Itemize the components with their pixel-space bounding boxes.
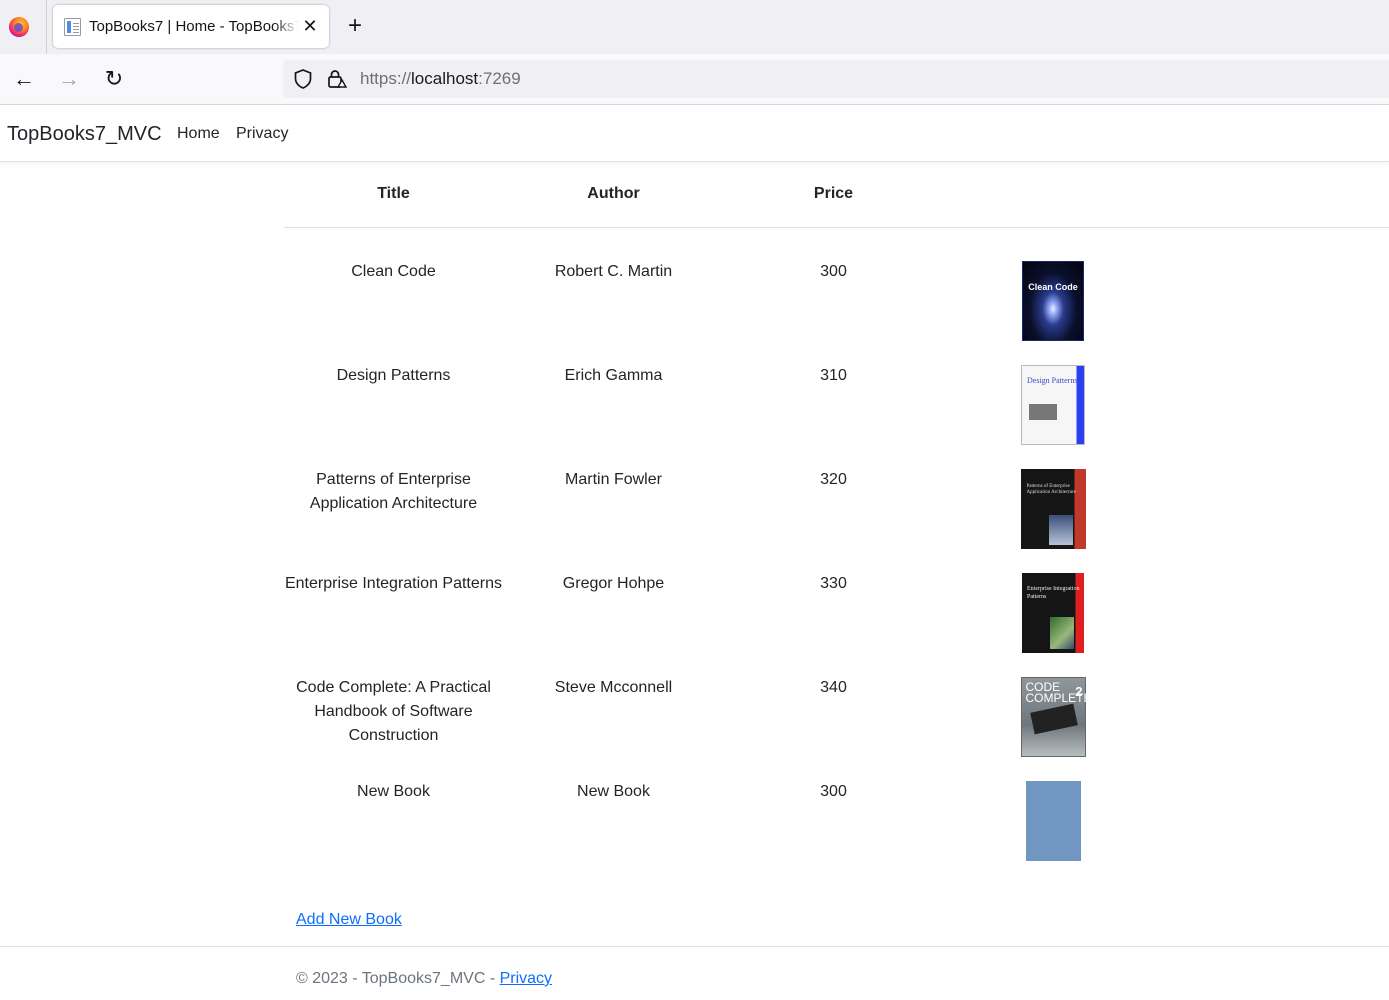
- address-bar[interactable]: https://localhost:7269: [283, 60, 1389, 98]
- tracking-shield-icon[interactable]: [294, 69, 312, 89]
- book-price: 340: [820, 679, 847, 696]
- add-new-book-link[interactable]: Add New Book: [296, 910, 402, 930]
- footer-privacy-link[interactable]: Privacy: [500, 970, 552, 987]
- book-author: New Book: [577, 783, 650, 800]
- firefox-logo-icon[interactable]: [9, 17, 29, 37]
- reload-icon[interactable]: ↻: [102, 67, 126, 91]
- book-cover-cell: Clean Code: [943, 256, 1163, 360]
- book-cover-cell: Enterprise Integration Patterns: [943, 568, 1163, 672]
- book-price: 300: [820, 263, 847, 280]
- book-title: Code Complete: A Practical Handbook of S…: [296, 679, 491, 744]
- book-title: Enterprise Integration Patterns: [284, 575, 502, 592]
- site-brand-link[interactable]: TopBooks7_MVC: [7, 122, 162, 146]
- column-header-title: Title: [284, 162, 503, 228]
- forward-arrow-icon[interactable]: →: [57, 67, 81, 91]
- url-text[interactable]: https://localhost:7269: [360, 69, 521, 89]
- column-header-empty: [1163, 162, 1389, 228]
- browser-tab-bar: TopBooks7 | Home - TopBooks7_MVC ✕ +: [0, 0, 1389, 54]
- site-footer: © 2023 - TopBooks7_MVC - Privacy: [0, 946, 1389, 1000]
- back-arrow-icon[interactable]: ←: [12, 67, 36, 91]
- page-favicon-icon: [64, 18, 81, 36]
- new-tab-button[interactable]: +: [343, 14, 367, 38]
- column-header-author: Author: [503, 162, 724, 228]
- table-header-row: Title Author Price: [284, 162, 1389, 228]
- column-header-price: Price: [724, 162, 943, 228]
- book-author: Gregor Hohpe: [562, 575, 665, 592]
- browser-tab-active[interactable]: TopBooks7 | Home - TopBooks7_MVC ✕: [53, 5, 329, 48]
- nav-link-home[interactable]: Home: [177, 124, 220, 144]
- code-complete-cover-image: CODE COMPLETE 2: [1020, 677, 1092, 757]
- column-header-cover: [943, 162, 1163, 228]
- table-row: Patterns of Enterprise Application Archi…: [284, 464, 1389, 568]
- book-author: Erich Gamma: [564, 367, 663, 384]
- tab-separator: [46, 0, 47, 54]
- nav-link-privacy[interactable]: Privacy: [236, 124, 288, 144]
- book-price: 310: [820, 367, 847, 384]
- design-patterns-cover-image: Design Patterns: [1021, 365, 1085, 445]
- site-navbar: TopBooks7_MVC Home Privacy: [0, 105, 1389, 162]
- table-row: Clean Code Robert C. Martin 300 Clean Co…: [284, 256, 1389, 360]
- table-row: Design Patterns Erich Gamma 310 Design P…: [284, 360, 1389, 464]
- table-row: Enterprise Integration Patterns Gregor H…: [284, 568, 1389, 672]
- book-cover-cell: [943, 776, 1163, 880]
- book-price: 330: [820, 575, 847, 592]
- placeholder-cover-image: [1025, 781, 1081, 861]
- book-cover-cell: Design Patterns: [943, 360, 1163, 464]
- table-row: New Book New Book 300: [284, 776, 1389, 880]
- book-cover-cell: CODE COMPLETE 2: [943, 672, 1163, 776]
- enterprise-integration-cover-image: Enterprise Integration Patterns: [1022, 573, 1084, 653]
- table-row: Code Complete: A Practical Handbook of S…: [284, 672, 1389, 776]
- book-author: Robert C. Martin: [554, 263, 673, 280]
- clean-code-cover-image: Clean Code: [1022, 261, 1084, 341]
- tab-title: TopBooks7 | Home - TopBooks7_MVC: [89, 18, 299, 35]
- browser-toolbar: ← → ↻ https://localhost:7269: [0, 54, 1389, 105]
- book-title: Design Patterns: [336, 367, 451, 384]
- book-author: Martin Fowler: [565, 471, 662, 488]
- patterns-of-enterprise-cover-image: Patterns of Enterprise Application Archi…: [1020, 469, 1086, 549]
- lock-warning-icon[interactable]: [327, 69, 347, 89]
- book-title: Clean Code: [351, 263, 436, 280]
- book-title: New Book: [357, 783, 430, 800]
- close-tab-icon[interactable]: ✕: [300, 16, 320, 36]
- book-cover-cell: Patterns of Enterprise Application Archi…: [943, 464, 1163, 568]
- book-author: Steve Mcconnell: [554, 679, 673, 696]
- book-title: Patterns of Enterprise Application Archi…: [309, 471, 478, 512]
- books-table: Title Author Price Clean Code Robert C. …: [284, 162, 1389, 880]
- book-price: 300: [820, 783, 847, 800]
- book-price: 320: [820, 471, 847, 488]
- footer-copyright: © 2023 - TopBooks7_MVC - Privacy: [296, 970, 553, 987]
